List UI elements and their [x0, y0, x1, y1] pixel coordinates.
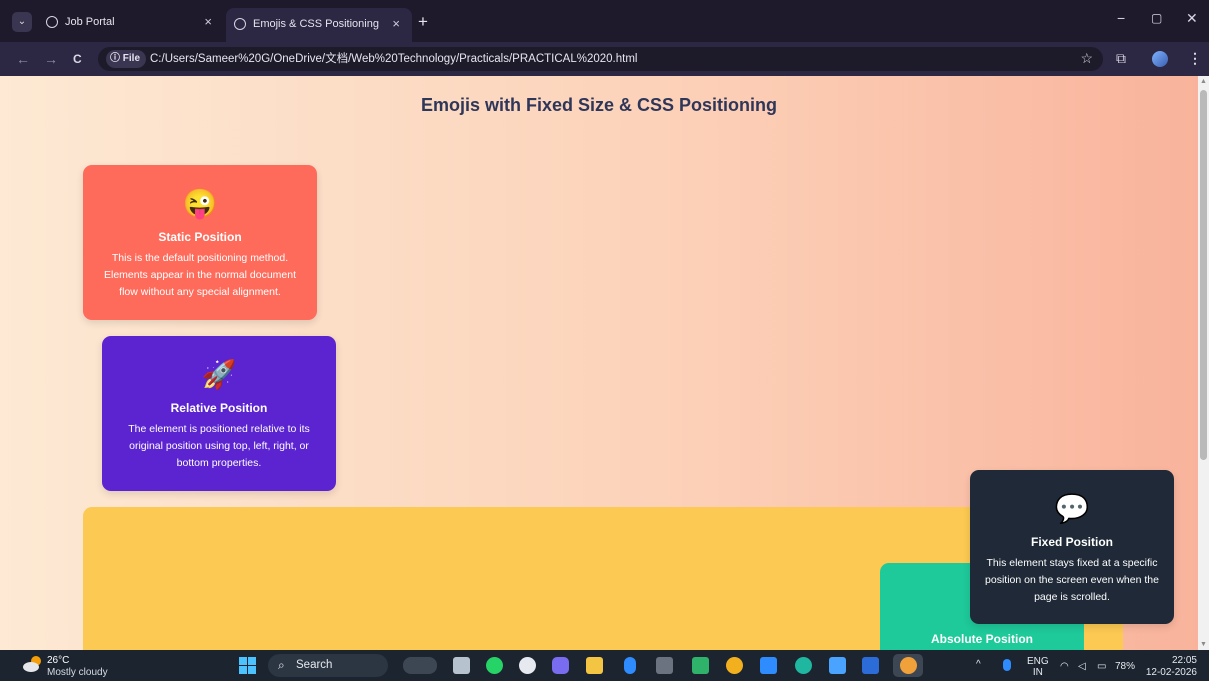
- card-title: Static Position: [158, 230, 242, 244]
- weather-temperature[interactable]: 26°C: [47, 655, 69, 666]
- close-window-button[interactable]: ✕: [1186, 10, 1198, 27]
- tab-emojis-css-positioning[interactable]: Emojis & CSS Positioning ×: [226, 8, 412, 42]
- app-icon[interactable]: [692, 657, 709, 674]
- extensions-icon[interactable]: ⧉: [1116, 50, 1126, 67]
- vscode-icon[interactable]: [760, 657, 777, 674]
- bluetooth-icon[interactable]: [624, 657, 636, 674]
- search-label: Search: [296, 659, 333, 671]
- card-title: Absolute Position: [931, 632, 1033, 646]
- globe-icon: [46, 16, 58, 28]
- edge-icon[interactable]: [795, 657, 812, 674]
- info-icon: ⓘ: [110, 53, 123, 64]
- card-text: This is the default positioning method. …: [103, 252, 297, 298]
- language-code: ENG: [1027, 656, 1049, 667]
- card-title: Fixed Position: [1030, 535, 1113, 549]
- whatsapp-icon[interactable]: [486, 657, 503, 674]
- chrome-dev-active-icon[interactable]: [893, 654, 923, 677]
- url-text[interactable]: C:/Users/Sameer%20G/OneDrive/文档/Web%20Te…: [150, 47, 637, 71]
- tab-label: Emojis & CSS Positioning: [253, 18, 379, 30]
- battery-percent[interactable]: 78%: [1115, 661, 1135, 672]
- task-view-icon[interactable]: [453, 657, 470, 674]
- tab-search-button[interactable]: ⌄: [12, 12, 32, 32]
- browser-toolbar: ← → C ⓘ File C:/Users/Sameer%20G/OneDriv…: [0, 42, 1209, 76]
- region-code: IN: [1032, 667, 1043, 678]
- restore-button[interactable]: ▢: [1151, 11, 1162, 25]
- close-tab-icon[interactable]: ×: [204, 7, 212, 37]
- file-label: File: [122, 53, 141, 64]
- speech-bubble-emoji-icon: 💬: [1054, 493, 1090, 524]
- app-a-icon[interactable]: [829, 657, 846, 674]
- scroll-down-arrow-icon[interactable]: ▼: [1198, 641, 1209, 648]
- grinning-face-emoji-icon: 😜: [182, 188, 218, 219]
- wifi-icon[interactable]: ◠: [1060, 661, 1069, 672]
- windows-start-icon[interactable]: [239, 657, 256, 674]
- volume-icon[interactable]: ◁: [1078, 661, 1086, 672]
- vertical-scrollbar[interactable]: ▲ ▼: [1198, 76, 1209, 650]
- page-title: Emojis with Fixed Size & CSS Positioning: [420, 95, 778, 115]
- show-hidden-icons-chevron[interactable]: ^: [976, 659, 981, 670]
- clock-time: 22:05: [1171, 655, 1197, 666]
- tab-label: Job Portal: [65, 16, 115, 28]
- reload-button[interactable]: C: [73, 51, 82, 67]
- static-position-card: 😜 Static Position This is the default po…: [83, 165, 317, 320]
- weather-condition[interactable]: Mostly cloudy: [47, 667, 108, 678]
- chatgpt-icon[interactable]: [519, 657, 536, 674]
- windows-taskbar: 26°C Mostly cloudy ⌕ Search ^ ENG IN ◠ ◁…: [0, 650, 1209, 681]
- card-title: Relative Position: [170, 401, 268, 415]
- web-page-viewport: Emojis with Fixed Size & CSS Positioning…: [0, 76, 1198, 650]
- address-bar[interactable]: ⓘ File C:/Users/Sameer%20G/OneDrive/文档/W…: [98, 47, 1103, 71]
- forward-button[interactable]: →: [44, 51, 58, 67]
- card-text: This element stays fixed at a specific p…: [985, 557, 1159, 603]
- scroll-up-arrow-icon[interactable]: ▲: [1198, 78, 1209, 85]
- fixed-position-card: 💬 Fixed Position This element stays fixe…: [970, 470, 1174, 624]
- word-icon[interactable]: [862, 657, 879, 674]
- profile-avatar[interactable]: [1152, 51, 1168, 67]
- globe-icon: [234, 18, 246, 30]
- back-button[interactable]: ←: [16, 51, 30, 67]
- rocket-emoji-icon: 🚀: [201, 359, 237, 390]
- terminal-icon[interactable]: [656, 657, 673, 674]
- system-clock[interactable]: 22:05 12-02-2026: [1146, 655, 1197, 679]
- clock-date: 12-02-2026: [1145, 667, 1197, 678]
- new-tab-button[interactable]: +: [418, 9, 428, 35]
- copilot-icon[interactable]: [552, 657, 569, 674]
- minimize-button[interactable]: −: [1117, 10, 1125, 26]
- battery-icon[interactable]: ▭: [1097, 661, 1106, 672]
- browser-tab-strip: ⌄ Job Portal × Emojis & CSS Positioning …: [0, 0, 1209, 42]
- tray-bluetooth-icon[interactable]: [1003, 659, 1011, 671]
- file-explorer-icon[interactable]: [586, 657, 603, 674]
- search-highlight-icon[interactable]: [403, 657, 437, 674]
- tab-job-portal[interactable]: Job Portal ×: [38, 7, 224, 37]
- cloudy-weather-icon[interactable]: [22, 655, 44, 673]
- language-indicator[interactable]: ENG IN: [1027, 656, 1049, 678]
- site-info-chip[interactable]: ⓘ File: [106, 50, 147, 68]
- search-icon: ⌕: [278, 658, 285, 672]
- chrome-icon[interactable]: [726, 657, 743, 674]
- bookmark-star-icon[interactable]: ☆: [1080, 50, 1093, 67]
- card-text: The element is positioned relative to it…: [128, 423, 310, 469]
- relative-position-card: 🚀 Relative Position The element is posit…: [102, 336, 336, 491]
- scrollbar-thumb[interactable]: [1200, 90, 1207, 460]
- close-tab-icon[interactable]: ×: [392, 8, 400, 40]
- taskbar-search-box[interactable]: ⌕ Search: [268, 654, 388, 677]
- menu-kebab-icon[interactable]: ⋮: [1188, 50, 1202, 67]
